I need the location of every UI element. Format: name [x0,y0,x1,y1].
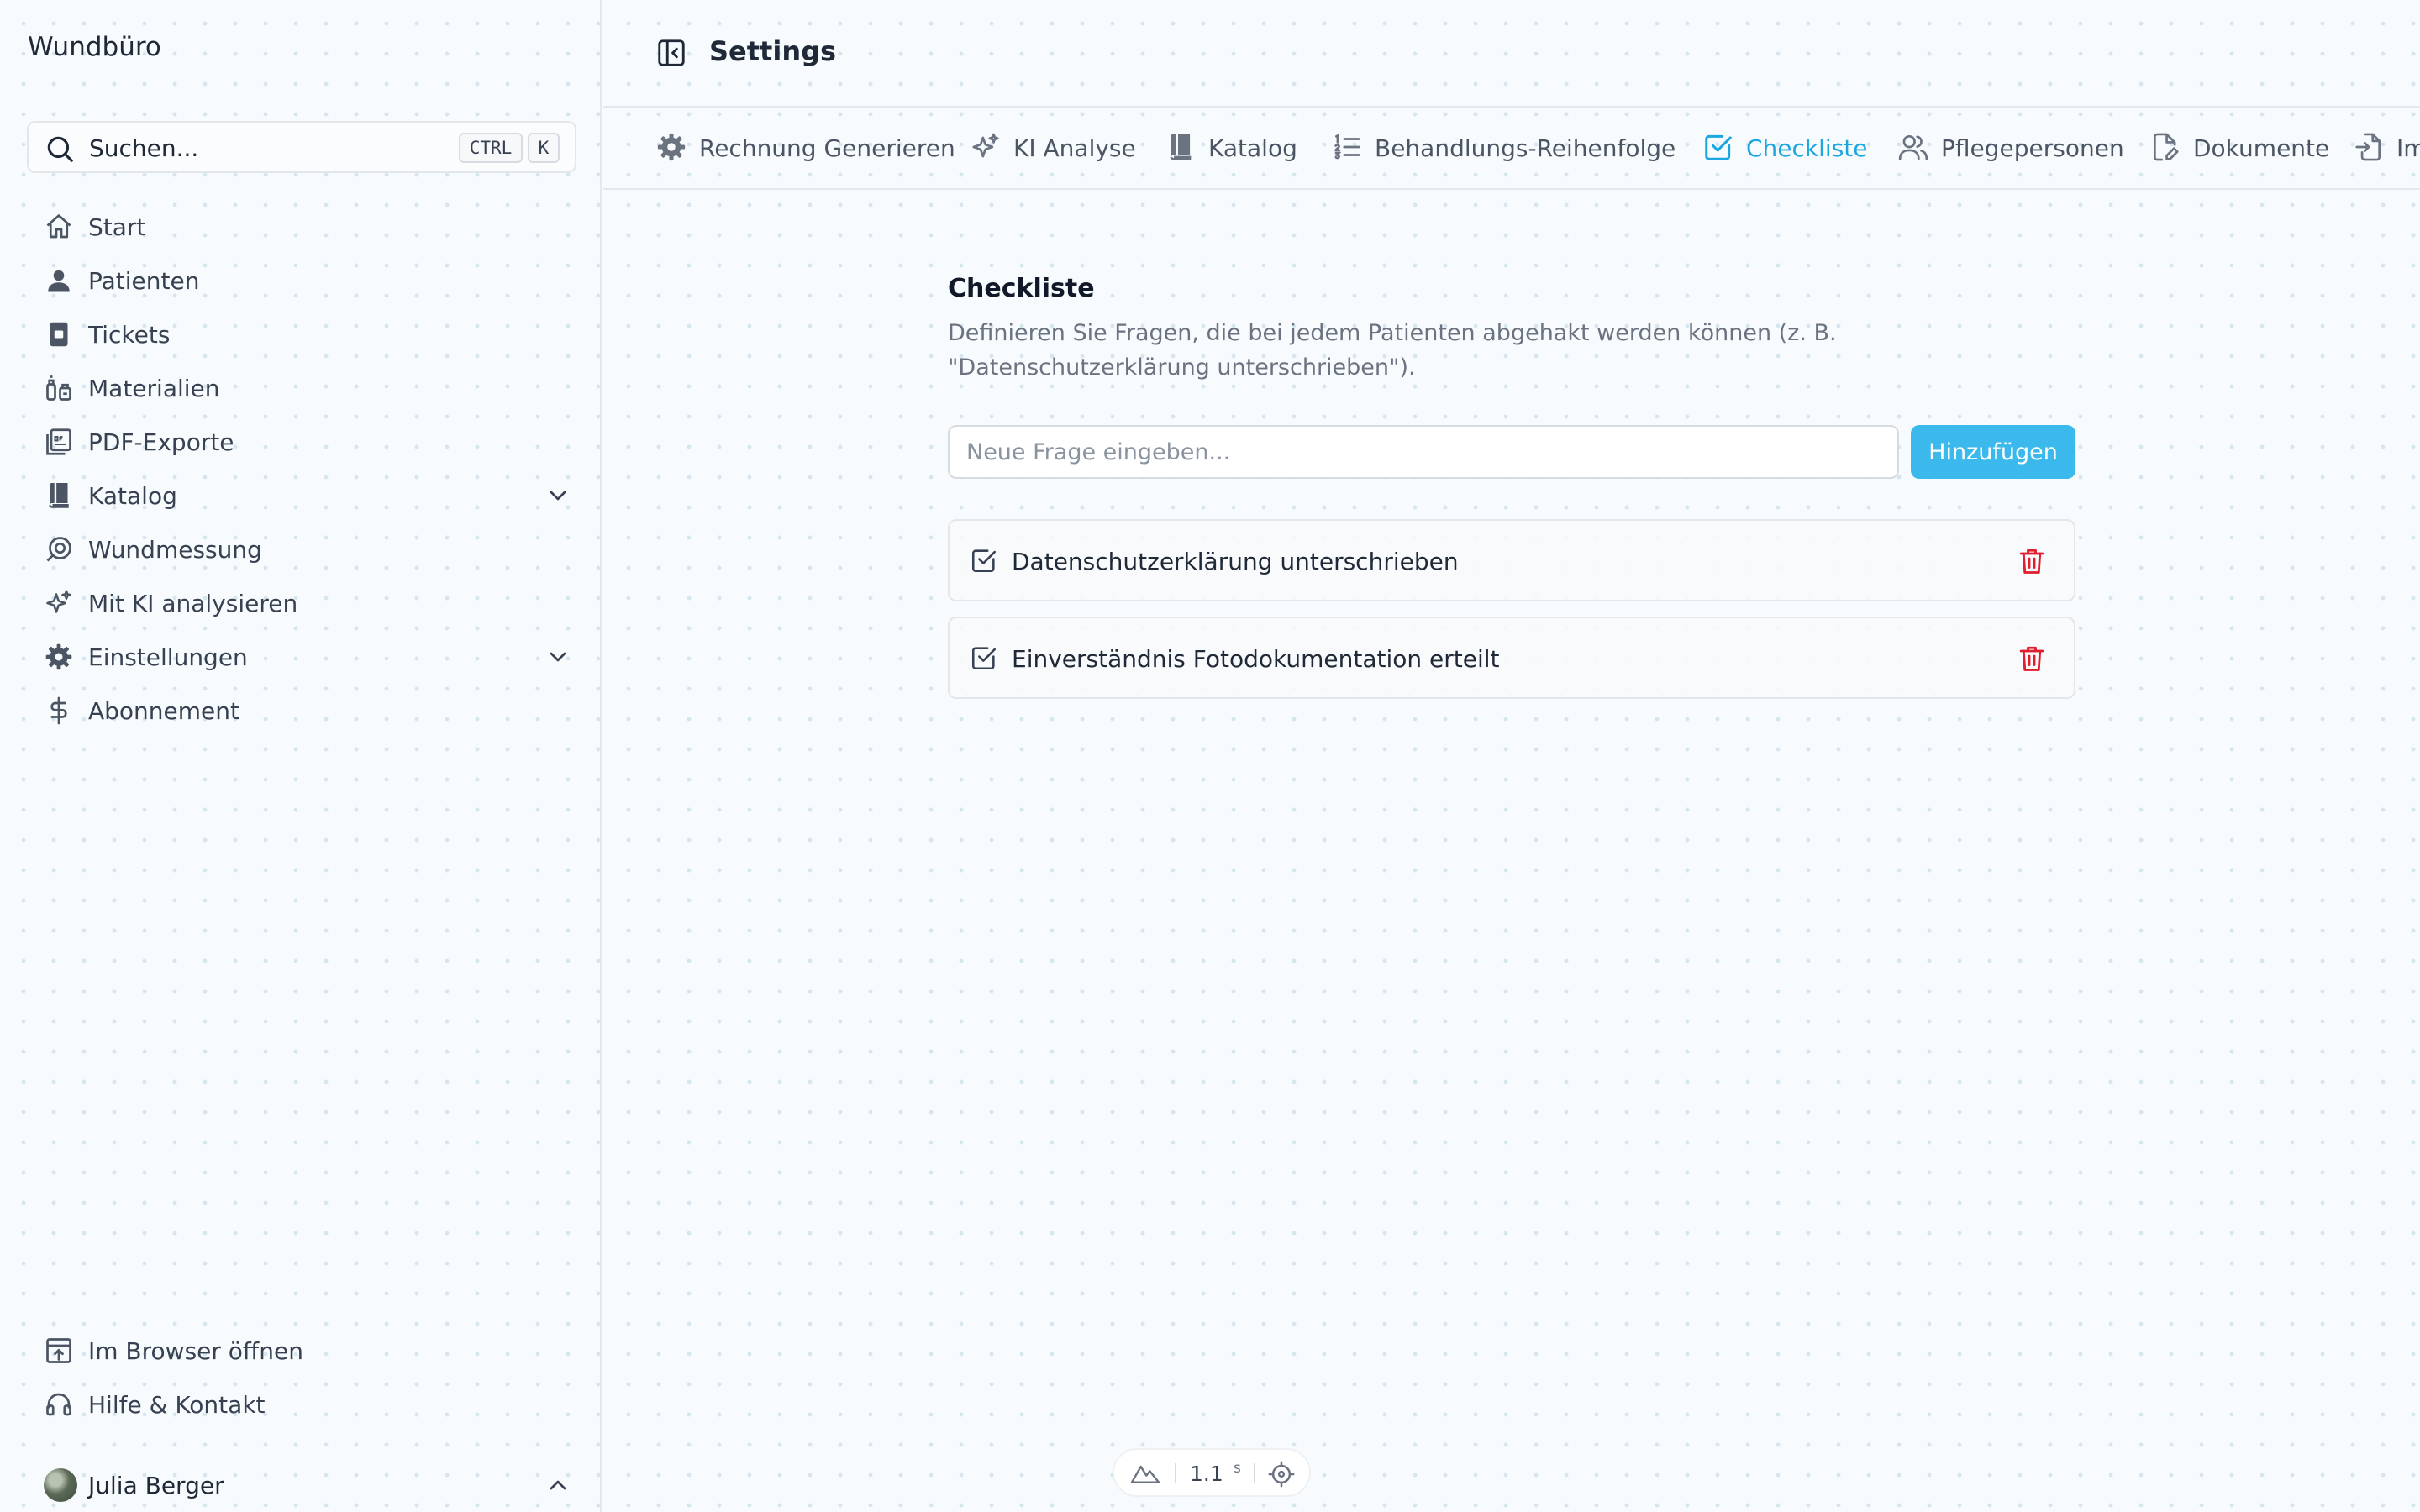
brand-name: Wundbüro [28,32,161,62]
main-content: Settings Rechnung Generieren KI Analyse … [603,0,2420,1512]
sidebar-item-label: Katalog [88,482,177,510]
search-icon [44,133,76,165]
checkbox-icon [970,643,998,672]
sidebar-toggle-icon[interactable] [655,37,687,69]
gear-icon [655,131,687,163]
sidebar-item-einstellungen[interactable]: Einstellungen [34,637,571,677]
sidebar-item-start[interactable]: Start [34,207,571,247]
app-window: Wundbüro Suchen... CTRL K Start Patiente… [0,0,2420,1512]
home-icon [44,212,74,242]
gear-icon [44,642,74,672]
checkbox-icon [1702,131,1734,163]
checklist-item-label: Einverständnis Fotodokumentation erteilt [1012,645,1500,673]
sparkles-icon [44,588,74,618]
dollar-icon [44,696,74,726]
crosshair-icon[interactable] [1267,1460,1296,1488]
chevron-down-icon[interactable] [544,482,571,509]
help-contact-link[interactable]: Hilfe & Kontakt [34,1384,571,1425]
sidebar-item-label: Mit KI analysieren [88,590,298,617]
user-name: Julia Berger [88,1472,224,1499]
section-title: Checkliste [948,274,1095,303]
tab-label: Dokumente [2193,134,2330,162]
sidebar-item-materialien[interactable]: Materialien [34,368,571,408]
sidebar-item-tickets[interactable]: Tickets [34,314,571,354]
sidebar-item-label: Tickets [88,321,171,349]
sidebar-item-patienten[interactable]: Patienten [34,260,571,301]
user-icon [44,265,74,296]
measure-icon [44,534,74,564]
tab-label: Pflegepersonen [1941,134,2124,162]
checklist-item-label: Datenschutzerklärung unterschrieben [1012,548,1459,575]
sidebar-item-label: Wundmessung [88,536,262,564]
top-bar: Settings [603,0,2420,108]
import-icon [2353,131,2385,163]
tab-label: Behandlungs-Reihenfolge [1375,134,1676,162]
tab-label: Rechnung Generieren [699,134,955,162]
tab-label: KI Analyse [1013,134,1136,162]
checkbox-icon [970,546,998,575]
book-icon [44,480,74,511]
ticket-icon [44,319,74,349]
avatar [44,1468,77,1502]
search-label: Suchen... [89,134,199,162]
timing-value: 1.1 [1190,1462,1223,1486]
tab-label: Checkliste [1746,134,1868,162]
settings-tabs: Rechnung Generieren KI Analyse Katalog B… [603,108,2420,190]
bottom-item-label: Im Browser öffnen [88,1337,303,1365]
book-icon [1165,131,1197,163]
tab-label: Im [2396,134,2420,162]
page-title: Settings [709,35,837,67]
open-browser-icon [44,1336,74,1366]
open-in-browser-link[interactable]: Im Browser öffnen [34,1331,571,1371]
new-question-input[interactable] [948,425,1899,479]
pdf-icon [44,427,74,457]
status-pill: 1.1 s [1113,1448,1311,1497]
sidebar-item-pdf-exporte[interactable]: PDF-Exporte [34,422,571,462]
sidebar-item-label: Materialien [88,375,220,402]
trash-icon[interactable] [2017,643,2047,674]
checklist-item: Einverständnis Fotodokumentation erteilt [948,617,2075,699]
divider [1175,1463,1176,1483]
users-icon [1897,131,1929,163]
tab-label: Katalog [1208,134,1297,162]
add-question-button[interactable]: Hinzufügen [1911,425,2075,479]
shortcut-ctrl: CTRL [459,133,523,163]
chevron-up-icon[interactable] [544,1472,571,1499]
sidebar: Wundbüro Suchen... CTRL K Start Patiente… [0,0,602,1512]
checklist-item: Datenschutzerklärung unterschrieben [948,519,2075,601]
bottom-item-label: Hilfe & Kontakt [88,1391,266,1419]
sidebar-item-ki-analysieren[interactable]: Mit KI analysieren [34,583,571,623]
sidebar-item-katalog[interactable]: Katalog [34,475,571,516]
search-button[interactable]: Suchen... CTRL K [27,121,576,173]
sidebar-item-label: Start [88,213,146,241]
materials-icon [44,373,74,403]
sidebar-item-label: PDF-Exporte [88,428,234,456]
sidebar-item-abonnement[interactable]: Abonnement [34,690,571,731]
document-edit-icon [2149,131,2181,163]
shortcut-key: K [528,133,560,163]
sidebar-item-label: Patienten [88,267,200,295]
sparkles-icon [970,131,1002,163]
divider [1254,1463,1255,1483]
sidebar-item-wundmessung[interactable]: Wundmessung [34,529,571,570]
section-description: Definieren Sie Fragen, die bei jedem Pat… [948,320,1837,381]
user-menu[interactable]: Julia Berger [34,1465,571,1505]
sidebar-item-label: Abonnement [88,697,240,725]
timing-unit: s [1234,1460,1241,1477]
trash-icon[interactable] [2017,546,2047,576]
chevron-down-icon[interactable] [544,643,571,670]
sidebar-item-label: Einstellungen [88,643,248,671]
headset-icon [44,1389,74,1420]
list-ordered-icon [1331,131,1363,163]
mountain-icon[interactable] [1129,1460,1161,1487]
